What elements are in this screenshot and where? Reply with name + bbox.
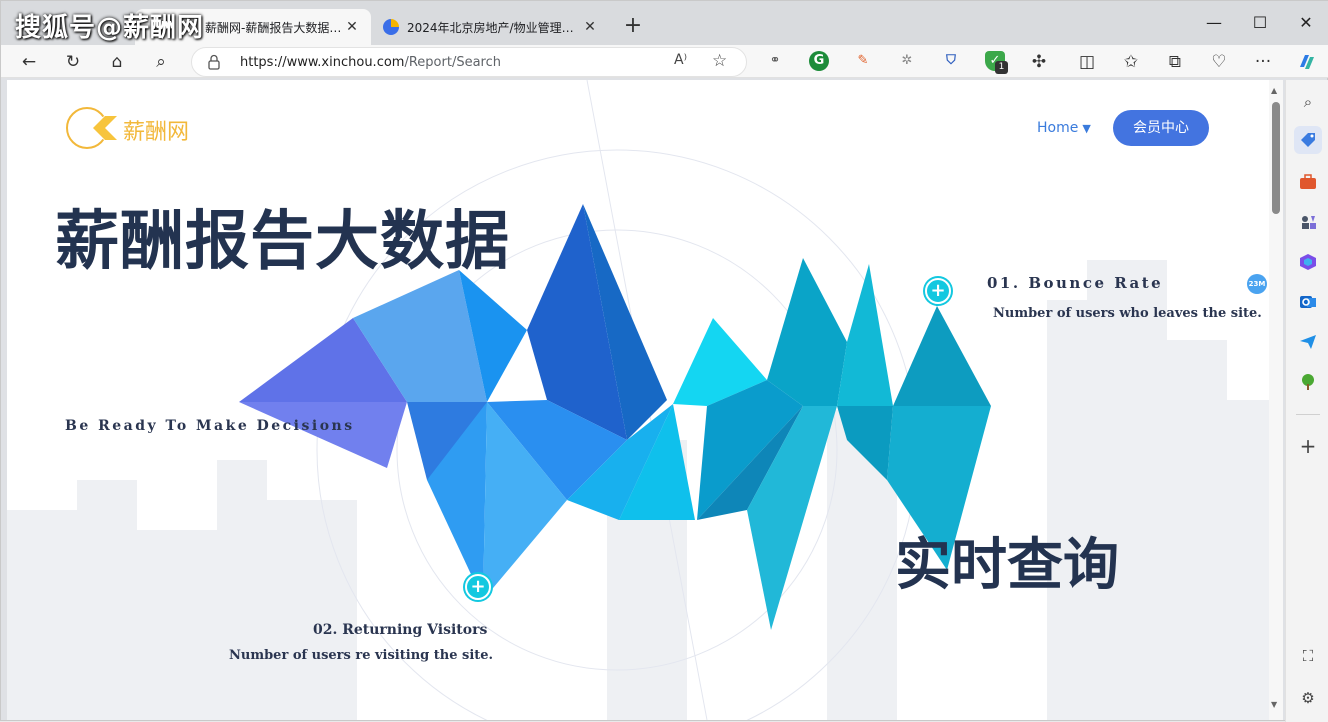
grammarly-icon[interactable]: G [809, 51, 829, 71]
url-host: https://www.xinchou.com [240, 55, 405, 70]
vertical-scrollbar[interactable]: ▲ ▼ [1269, 80, 1283, 720]
sidebar-shopping-tag-icon[interactable] [1294, 126, 1322, 154]
browser-window: 薪酬网-薪酬报告大数据实时查询- ✕ 2024年北京房地产/物业管理业人 ✕ +… [0, 0, 1328, 722]
copilot-icon[interactable] [1293, 48, 1321, 76]
page-content: 薪酬网 Home ▼ 会员中心 薪酬报告大数据 实时查询 Be Ready To … [7, 80, 1269, 720]
tab-strip: 薪酬网-薪酬报告大数据实时查询- ✕ 2024年北京房地产/物业管理业人 ✕ +… [1, 1, 1328, 45]
stat-bounce-rate-desc: Number of users who leaves the site. [993, 306, 1262, 321]
edge-sidebar: ⌕ + ⛶ ⚙ [1285, 80, 1328, 722]
hero-subtitle: 实时查询 [895, 533, 1119, 598]
hero-title: 薪酬报告大数据 [55, 205, 510, 279]
home-button[interactable]: ⌂ [103, 48, 131, 76]
extension-badge: 1 [995, 61, 1008, 74]
sidebar-tools-briefcase-icon[interactable] [1294, 168, 1322, 196]
extension-gear-icon[interactable]: ✲ [897, 51, 917, 71]
tab-close-icon[interactable]: ✕ [581, 19, 599, 35]
shield-icon[interactable]: ⛉ [941, 51, 961, 71]
lock-icon [208, 54, 220, 70]
scroll-up-icon[interactable]: ▲ [1271, 86, 1277, 95]
search-button[interactable]: ⌕ [147, 48, 175, 76]
plus-bounce-rate-button[interactable]: + [925, 278, 951, 304]
stat-returning-visitors-title: 02. Returning Visitors [313, 622, 488, 638]
floating-badge[interactable]: 23M [1247, 274, 1267, 294]
sidebar-search-icon[interactable]: ⌕ [1294, 88, 1322, 116]
chevron-down-icon: ▼ [1082, 122, 1091, 135]
collections-button[interactable]: ⧉ [1161, 48, 1189, 76]
extension-link-icon[interactable]: ⚭ [765, 51, 785, 71]
browser-essentials-button[interactable]: ♡ [1205, 48, 1233, 76]
sidebar-screenshot-icon[interactable]: ⛶ [1294, 642, 1322, 670]
minimize-button[interactable]: — [1191, 9, 1237, 37]
favorites-button[interactable]: ✩ [1117, 48, 1145, 76]
nav-home-link[interactable]: Home ▼ [1037, 120, 1091, 136]
sidebar-add-button[interactable]: + [1294, 432, 1322, 460]
new-tab-button[interactable]: + [619, 13, 647, 41]
nav-home-label: Home [1037, 120, 1079, 136]
tagline: Be Ready To Make Decisions [65, 418, 355, 434]
url-path: /Report/Search [404, 55, 501, 70]
logo-text[interactable]: 薪酬网 [123, 114, 189, 146]
tab-close-icon[interactable]: ✕ [343, 19, 361, 35]
sidebar-outlook-icon[interactable] [1294, 288, 1322, 316]
scrollbar-thumb[interactable] [1272, 102, 1280, 214]
sidebar-settings-icon[interactable]: ⚙ [1294, 684, 1322, 712]
hero-graphic [7, 80, 1269, 720]
maximize-button[interactable]: ☐ [1237, 9, 1283, 37]
sidebar-m365-icon[interactable] [1294, 248, 1322, 276]
watermark: 搜狐号@薪酬网 [15, 13, 205, 43]
sidebar-games-chess-icon[interactable] [1294, 208, 1322, 236]
scroll-down-icon[interactable]: ▼ [1271, 700, 1277, 709]
close-window-button[interactable]: ✕ [1283, 9, 1328, 37]
tab-title: 2024年北京房地产/物业管理业人 [407, 20, 581, 35]
refresh-button[interactable]: ↻ [59, 48, 87, 76]
extension-brush-icon[interactable]: ✎ [853, 51, 873, 71]
back-button[interactable]: ← [15, 48, 43, 76]
url-text[interactable]: https://www.xinchou.com/Report/Search [240, 55, 501, 70]
tab-beijing-report[interactable]: 2024年北京房地产/物业管理业人 ✕ [373, 9, 609, 45]
read-aloud-icon[interactable]: A⁾ [674, 52, 687, 68]
pie-favicon-icon [383, 19, 399, 35]
sidebar-send-icon[interactable] [1294, 328, 1322, 356]
plus-returning-visitors-button[interactable]: + [465, 574, 491, 600]
browser-toolbar: ← ↻ ⌂ ⌕ https://www.xinchou.com/Report/S… [1, 45, 1328, 78]
member-center-button[interactable]: 会员中心 [1113, 110, 1209, 146]
address-bar[interactable]: https://www.xinchou.com/Report/Search A⁾… [191, 47, 747, 77]
favorite-star-icon[interactable]: ☆ [712, 51, 727, 71]
split-screen-button[interactable]: ◫ [1073, 48, 1101, 76]
sidebar-tree-icon[interactable] [1294, 368, 1322, 396]
more-menu-button[interactable]: ··· [1249, 48, 1277, 76]
sidebar-divider [1296, 414, 1320, 415]
stat-returning-visitors-desc: Number of users re visiting the site. [229, 648, 494, 663]
stat-bounce-rate-title: 01. Bounce Rate [987, 274, 1164, 292]
extensions-puzzle-icon[interactable]: ✣ [1025, 48, 1053, 76]
